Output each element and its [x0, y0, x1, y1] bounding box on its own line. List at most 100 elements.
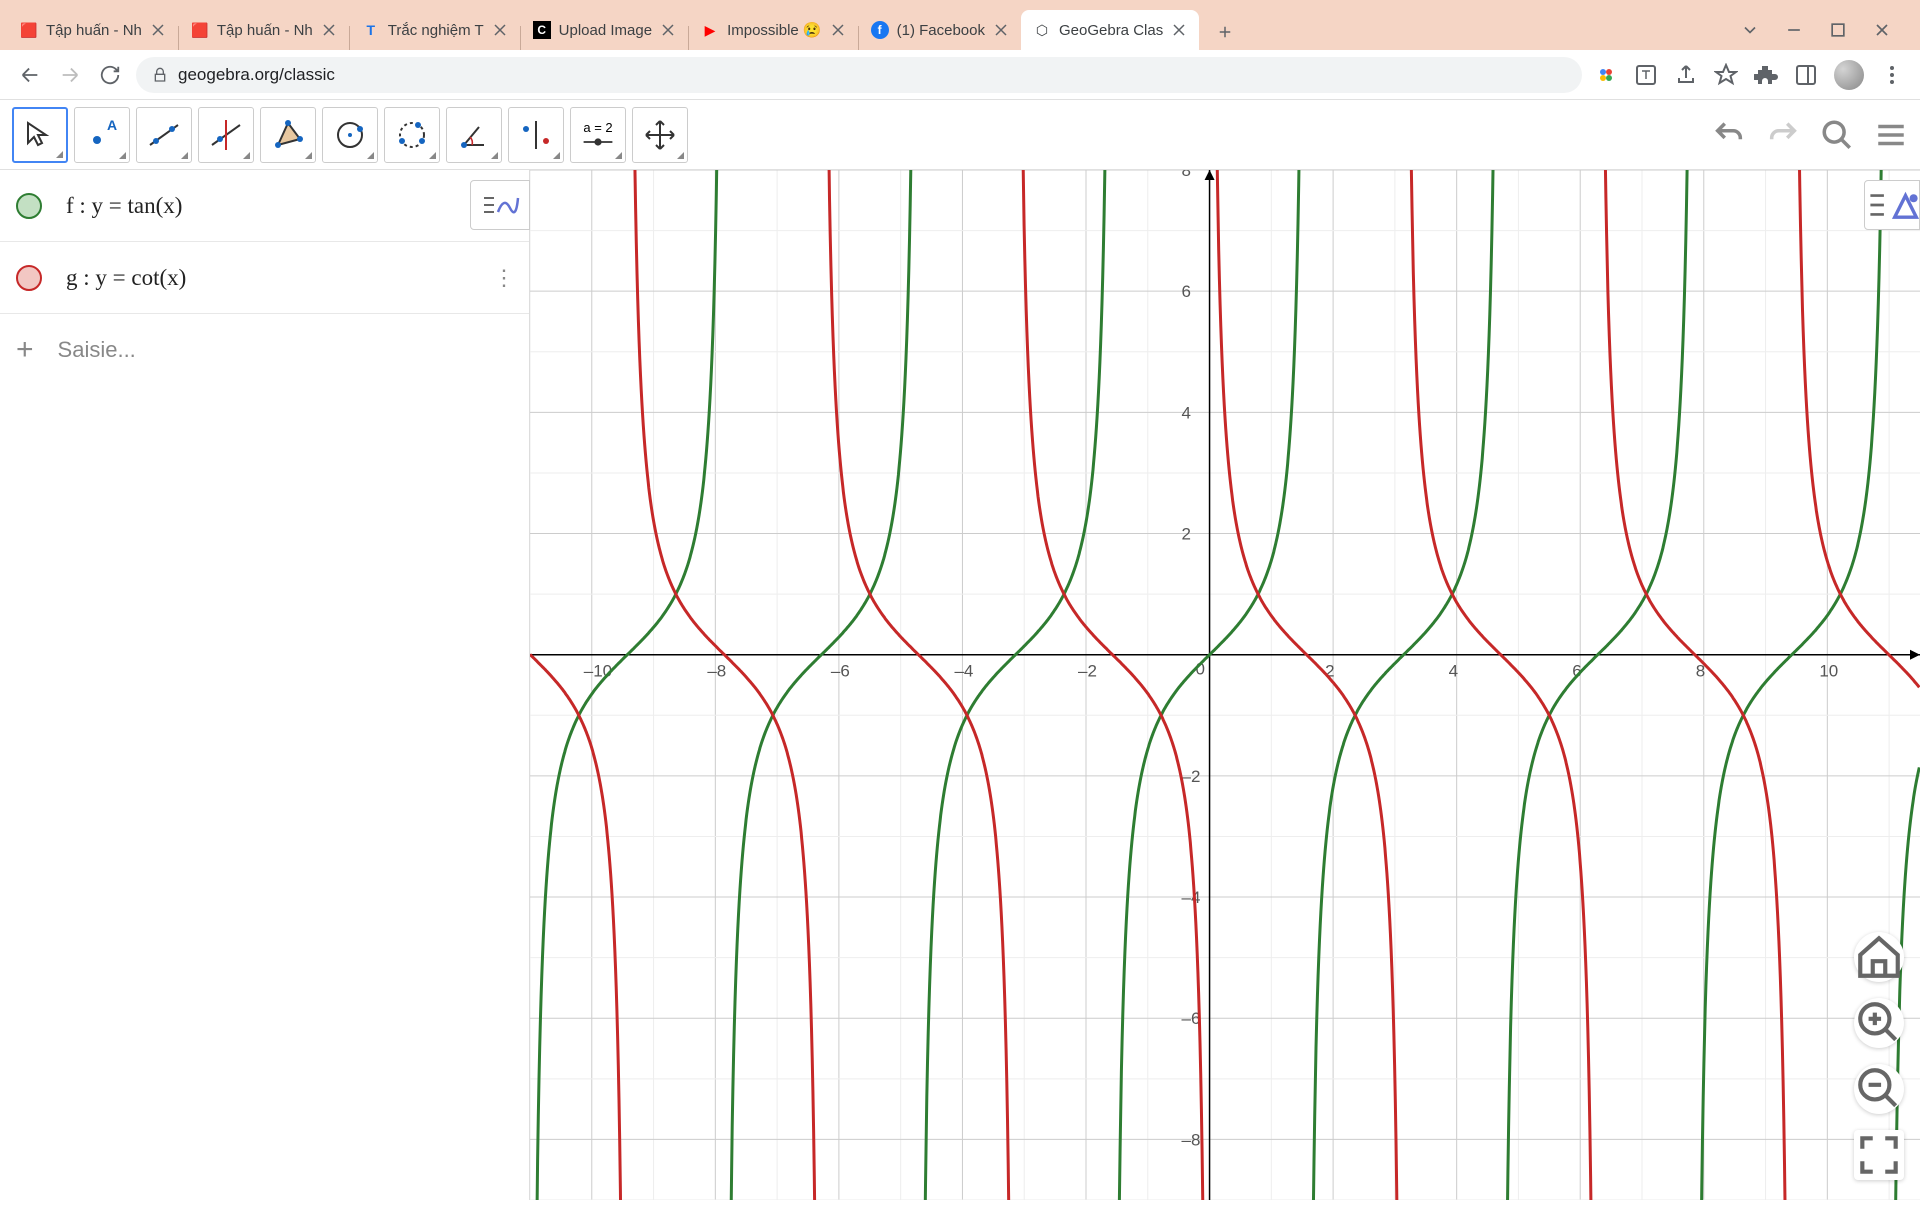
- zoom-in-button[interactable]: [1854, 998, 1904, 1048]
- svg-text:–4: –4: [954, 662, 973, 681]
- algebra-input-row[interactable]: + Saisie...: [0, 314, 529, 386]
- svg-text:6: 6: [1182, 282, 1191, 301]
- address-bar: geogebra.org/classic: [0, 50, 1920, 100]
- svg-text:–2: –2: [1182, 767, 1201, 786]
- tab-favicon-icon: T: [362, 21, 380, 39]
- circle-tool[interactable]: [322, 107, 378, 163]
- tab-title: Upload Image: [559, 22, 652, 39]
- svg-text:4: 4: [1449, 662, 1458, 681]
- svg-text:4: 4: [1182, 403, 1191, 422]
- close-icon[interactable]: [1171, 22, 1187, 38]
- visibility-toggle-g[interactable]: [16, 265, 42, 291]
- angle-tool[interactable]: [446, 107, 502, 163]
- share-icon[interactable]: [1674, 63, 1698, 87]
- svg-text:2: 2: [1182, 525, 1191, 544]
- expression-g: g : y = cot(x): [66, 265, 469, 291]
- profile-avatar[interactable]: [1834, 60, 1864, 90]
- tab-title: Impossible 😢: [727, 21, 822, 39]
- geogebra-icon: ⬡: [1033, 21, 1051, 39]
- algebra-view: f : y = tan(x) g : y = cot(x) ⋮ + Saisie…: [0, 170, 530, 1200]
- translate-icon[interactable]: [1634, 63, 1658, 87]
- browser-tab[interactable]: 🟥 Tập huấn - Nh: [179, 10, 349, 50]
- visibility-toggle-f[interactable]: [16, 193, 42, 219]
- tab-title: Tập huấn - Nh: [217, 22, 313, 39]
- home-button[interactable]: [1854, 932, 1904, 982]
- fullscreen-button[interactable]: [1854, 1130, 1904, 1180]
- close-icon[interactable]: [492, 22, 508, 38]
- browser-tab-active[interactable]: ⬡ GeoGebra Clas: [1021, 10, 1199, 50]
- browser-tab[interactable]: ▶ Impossible 😢: [689, 10, 858, 50]
- google-lens-icon[interactable]: [1594, 63, 1618, 87]
- facebook-icon: f: [871, 21, 889, 39]
- svg-text:–8: –8: [1182, 1130, 1201, 1149]
- tab-favicon-icon: 🟥: [191, 21, 209, 39]
- tab-title: Trắc nghiệm T: [388, 22, 484, 39]
- reload-button[interactable]: [96, 61, 124, 89]
- svg-text:–6: –6: [1182, 1009, 1201, 1028]
- extensions-icon[interactable]: [1754, 63, 1778, 87]
- new-tab-button[interactable]: [1207, 14, 1243, 50]
- main-menu-button[interactable]: [1874, 118, 1908, 152]
- redo-button[interactable]: [1766, 118, 1800, 152]
- browser-tab[interactable]: 🟥 Tập huấn - Nh: [8, 10, 178, 50]
- expression-f: f : y = tan(x): [66, 193, 513, 219]
- url-input[interactable]: geogebra.org/classic: [136, 57, 1582, 93]
- tabs-dropdown-icon[interactable]: [1740, 20, 1760, 40]
- tab-title: GeoGebra Clas: [1059, 22, 1163, 39]
- tab-title: Tập huấn - Nh: [46, 22, 142, 39]
- svg-text:10: 10: [1819, 662, 1838, 681]
- close-icon[interactable]: [830, 22, 846, 38]
- maximize-icon[interactable]: [1828, 20, 1848, 40]
- youtube-icon: ▶: [701, 21, 719, 39]
- algebra-item[interactable]: g : y = cot(x) ⋮: [0, 242, 529, 314]
- close-icon[interactable]: [660, 22, 676, 38]
- svg-text:–6: –6: [831, 662, 850, 681]
- point-tool[interactable]: A: [74, 107, 130, 163]
- tab-favicon-icon: 🟥: [20, 21, 38, 39]
- url-text: geogebra.org/classic: [178, 65, 335, 85]
- style-bar-toggle[interactable]: [1864, 180, 1920, 230]
- move-tool[interactable]: [12, 107, 68, 163]
- move-graphics-tool[interactable]: [632, 107, 688, 163]
- minimize-icon[interactable]: [1784, 20, 1804, 40]
- side-panel-icon[interactable]: [1794, 63, 1818, 87]
- tab-favicon-icon: C: [533, 21, 551, 39]
- input-placeholder: Saisie...: [58, 337, 136, 363]
- special-line-tool[interactable]: [198, 107, 254, 163]
- line-tool[interactable]: [136, 107, 192, 163]
- svg-text:–10: –10: [584, 662, 612, 681]
- algebra-item[interactable]: f : y = tan(x): [0, 170, 529, 242]
- search-button[interactable]: [1820, 118, 1854, 152]
- bookmark-icon[interactable]: [1714, 63, 1738, 87]
- geogebra-toolbar: A a = 2: [0, 100, 1920, 170]
- conic-tool[interactable]: [384, 107, 440, 163]
- transform-tool[interactable]: [508, 107, 564, 163]
- browser-tab[interactable]: T Trắc nghiệm T: [350, 10, 520, 50]
- forward-button[interactable]: [56, 61, 84, 89]
- svg-text:–2: –2: [1078, 662, 1097, 681]
- lock-icon: [152, 67, 168, 83]
- close-icon[interactable]: [993, 22, 1009, 38]
- svg-text:–4: –4: [1182, 888, 1201, 907]
- close-icon[interactable]: [150, 22, 166, 38]
- graph-canvas[interactable]: –10–8–6–4–20246810–8–6–4–22468: [530, 170, 1920, 1200]
- window-close-icon[interactable]: [1872, 20, 1892, 40]
- menu-icon[interactable]: [1880, 63, 1904, 87]
- svg-text:–8: –8: [707, 662, 726, 681]
- algebra-toggle-button[interactable]: [470, 180, 530, 230]
- polygon-tool[interactable]: [260, 107, 316, 163]
- browser-tab[interactable]: f (1) Facebook: [859, 10, 1021, 50]
- slider-label: a = 2: [583, 120, 612, 135]
- close-icon[interactable]: [321, 22, 337, 38]
- tab-title: (1) Facebook: [897, 22, 985, 39]
- undo-button[interactable]: [1712, 118, 1746, 152]
- browser-tab[interactable]: C Upload Image: [521, 10, 688, 50]
- svg-text:A: A: [107, 117, 117, 133]
- back-button[interactable]: [16, 61, 44, 89]
- add-icon: +: [16, 333, 34, 367]
- slider-tool[interactable]: a = 2: [570, 107, 626, 163]
- graphics-view[interactable]: –10–8–6–4–20246810–8–6–4–22468: [530, 170, 1920, 1200]
- item-menu-button[interactable]: ⋮: [493, 265, 513, 291]
- svg-text:8: 8: [1182, 170, 1191, 180]
- zoom-out-button[interactable]: [1854, 1064, 1904, 1114]
